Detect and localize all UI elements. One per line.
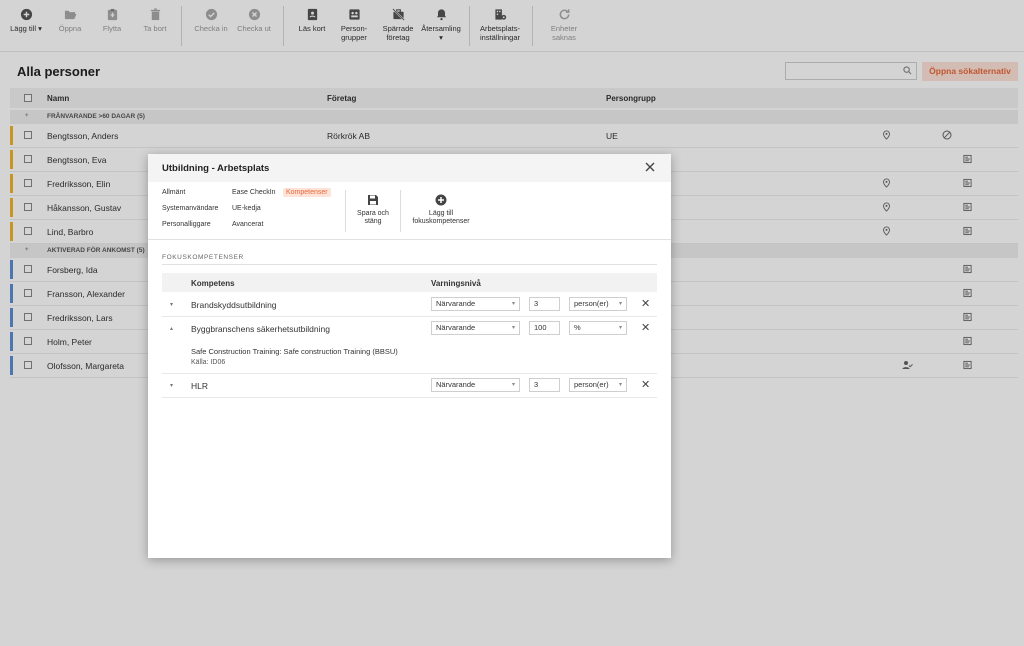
status-select[interactable]: Närvarande ▾ xyxy=(431,297,520,311)
chevron-down-icon: ▾ xyxy=(618,301,622,307)
competence-row[interactable]: ▾ Brandskyddsutbildning Närvarande ▾ 3 pe… xyxy=(162,293,657,317)
nav-competences[interactable]: Kompetenser xyxy=(283,188,331,197)
remove-icon[interactable]: ✕ xyxy=(641,378,650,391)
status-select-value: Närvarande xyxy=(436,323,476,332)
competence-name: Brandskyddsutbildning xyxy=(191,300,277,310)
section-divider xyxy=(162,264,657,265)
save-and-close-button[interactable]: Spara och stäng xyxy=(351,194,395,226)
competence-row[interactable]: ▾ HLR Närvarande ▾ 3 person(er) ▾ ✕ xyxy=(162,374,657,398)
nav-system-users[interactable]: Systemanvändare xyxy=(162,205,218,212)
unit-select-value: person(er) xyxy=(574,299,609,308)
dialog-header: Utbildning - Arbetsplats xyxy=(148,154,671,182)
threshold-input[interactable]: 100 xyxy=(529,321,560,335)
nav-ue-chain[interactable]: UE-kedja xyxy=(232,205,261,212)
nav-personnel-ledger[interactable]: Personalliggare xyxy=(162,221,211,228)
unit-select-value: person(er) xyxy=(574,380,609,389)
nav-general[interactable]: Allmänt xyxy=(162,189,185,196)
unit-select[interactable]: person(er) ▾ xyxy=(569,378,627,392)
remove-icon[interactable]: ✕ xyxy=(641,321,650,334)
unit-select[interactable]: % ▾ xyxy=(569,321,627,335)
status-select[interactable]: Närvarande ▾ xyxy=(431,321,520,335)
save-icon xyxy=(368,195,378,205)
column-header-warning-level: Varningsnivå xyxy=(431,279,481,288)
threshold-input[interactable]: 3 xyxy=(529,378,560,392)
competence-source: Källa: ID06 xyxy=(191,359,226,366)
status-select-value: Närvarande xyxy=(436,380,476,389)
competence-name: HLR xyxy=(191,381,209,391)
save-label-2: stäng xyxy=(364,218,382,225)
chevron-down-icon: ▾ xyxy=(511,301,515,307)
add-circle-icon xyxy=(435,194,447,206)
expand-icon[interactable]: ▾ xyxy=(170,301,173,308)
section-title: FOKUSKOMPETENSER xyxy=(162,254,244,261)
chevron-down-icon: ▾ xyxy=(511,382,515,388)
nav-ease-checkin[interactable]: Ease CheckIn xyxy=(232,189,276,196)
dialog-separator xyxy=(148,239,671,240)
status-select[interactable]: Närvarande ▾ xyxy=(431,378,520,392)
nav-advanced[interactable]: Avancerat xyxy=(232,221,263,228)
dialog-title: Utbildning - Arbetsplats xyxy=(162,163,270,174)
remove-icon[interactable]: ✕ xyxy=(641,297,650,310)
status-select-value: Närvarande xyxy=(436,299,476,308)
unit-select[interactable]: person(er) ▾ xyxy=(569,297,627,311)
competence-table-header: Kompetens Varningsnivå xyxy=(162,273,657,292)
threshold-input[interactable]: 3 xyxy=(529,297,560,311)
competence-row[interactable]: ▴ Byggbranschens säkerhetsutbildning När… xyxy=(162,317,657,374)
chevron-down-icon: ▾ xyxy=(618,325,622,331)
competence-name: Byggbranschens säkerhetsutbildning xyxy=(191,324,330,334)
chevron-down-icon: ▾ xyxy=(618,382,622,388)
dialog-divider xyxy=(345,190,346,232)
unit-select-value: % xyxy=(574,323,581,332)
column-header-competence: Kompetens xyxy=(191,279,235,288)
chevron-down-icon: ▾ xyxy=(511,325,515,331)
add-focus-label-2: fokuskompetenser xyxy=(412,218,470,225)
collapse-icon[interactable]: ▴ xyxy=(170,325,173,332)
save-label-1: Spara och xyxy=(357,210,389,217)
add-focus-label-1: Lägg till xyxy=(428,210,454,217)
dialog-divider xyxy=(400,190,401,232)
close-icon[interactable] xyxy=(644,161,656,173)
competence-detail: Safe Construction Training: Safe constru… xyxy=(191,347,398,356)
expand-icon[interactable]: ▾ xyxy=(170,382,173,389)
add-focus-competences-button[interactable]: Lägg till fokuskompetenser xyxy=(407,194,475,226)
competence-dialog: Utbildning - Arbetsplats Allmänt Ease Ch… xyxy=(148,154,671,558)
